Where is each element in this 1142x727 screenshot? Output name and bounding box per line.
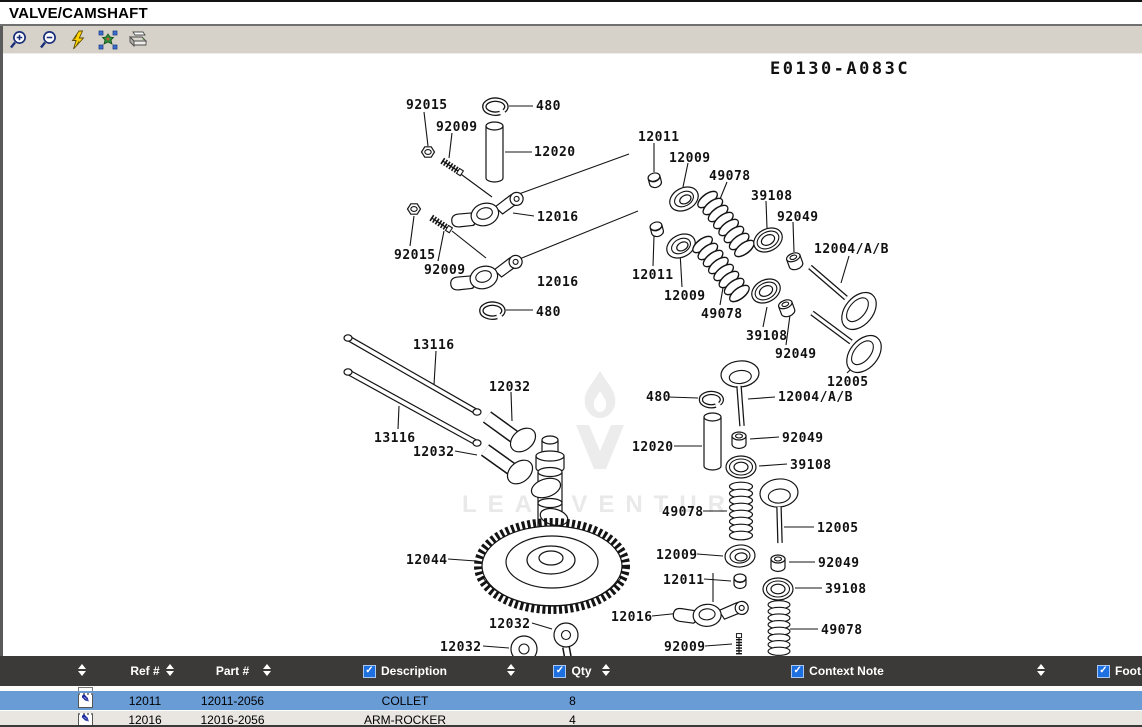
part-label[interactable]: 39108 [751, 190, 793, 203]
sort-arrows[interactable] [1037, 664, 1045, 676]
part-label[interactable]: 480 [536, 100, 561, 113]
part-label[interactable]: 12044 [406, 554, 448, 567]
part-label[interactable]: 12004/A/B [814, 243, 889, 256]
table-header: Ref # Part # ✓ Description ✓ Qty ✓ Context Note… [0, 656, 1142, 686]
part-label[interactable]: 49078 [701, 308, 743, 321]
part-label[interactable]: 92049 [782, 432, 824, 445]
column-checkbox[interactable]: ✓ [363, 665, 376, 678]
part-label[interactable]: 12011 [638, 131, 680, 144]
part-label[interactable]: 12004/A/B [778, 391, 853, 404]
part-label[interactable]: 12032 [413, 446, 455, 459]
column-label: Ref # [130, 664, 159, 678]
part-label[interactable]: 13116 [374, 432, 416, 445]
zoom-out-icon [38, 30, 58, 50]
parts-shapes [344, 100, 888, 656]
part-label[interactable]: 12016 [611, 611, 653, 624]
part-label[interactable]: 12009 [669, 152, 711, 165]
column-header-icon[interactable] [0, 656, 110, 686]
hotspot-toggle-button[interactable] [67, 29, 89, 51]
part-label[interactable]: 12005 [817, 522, 859, 535]
column-label: Part # [216, 664, 249, 678]
part-label[interactable]: 92015 [394, 249, 436, 262]
part-label[interactable]: 39108 [825, 583, 867, 596]
column-header-foot-note[interactable]: ✓ Foot Note [1055, 656, 1142, 686]
column-checkbox[interactable]: ✓ [791, 665, 804, 678]
column-label: Description [381, 664, 447, 678]
lightning-icon [69, 30, 87, 50]
column-label: Qty [571, 664, 591, 678]
toolbar [0, 26, 1142, 54]
part-label[interactable]: 92049 [775, 348, 817, 361]
part-label[interactable]: 13116 [413, 339, 455, 352]
column-header-description[interactable]: ✓ Description [285, 656, 525, 686]
page-title: VALVE/CAMSHAFT [9, 5, 148, 22]
sort-arrows[interactable] [78, 664, 86, 676]
part-label[interactable]: 92015 [406, 99, 448, 112]
part-label[interactable]: 92049 [818, 557, 860, 570]
part-label[interactable]: 49078 [662, 506, 704, 519]
column-header-context-note[interactable]: ✓ Context Note [620, 656, 1055, 686]
column-label: Foot Note [1115, 664, 1142, 678]
part-label[interactable]: 12016 [537, 211, 579, 224]
row-cell-part: 12011-2056 [180, 691, 285, 710]
part-label[interactable]: 92009 [664, 641, 706, 654]
column-header-qty[interactable]: ✓ Qty [525, 656, 620, 686]
row-note-icon[interactable]: ✎ [78, 693, 93, 708]
column-header-ref-[interactable]: Ref # [110, 656, 180, 686]
column-header-part-[interactable]: Part # [180, 656, 285, 686]
image-select-button[interactable] [97, 29, 119, 51]
part-label[interactable]: 39108 [746, 330, 788, 343]
table-row[interactable]: ✎ 1201112011-2056COLLET8 [0, 691, 1142, 710]
part-label[interactable]: 480 [646, 391, 671, 404]
print-icon [128, 30, 148, 50]
part-label[interactable]: 12032 [440, 641, 482, 654]
part-label[interactable]: 12011 [632, 269, 674, 282]
row-cell-ref: 12011 [110, 691, 180, 710]
part-label[interactable]: 12011 [663, 574, 705, 587]
part-label[interactable]: 12032 [489, 381, 531, 394]
column-label: Context Note [809, 664, 884, 678]
image-map-icon [98, 30, 118, 50]
row-cell-context [620, 691, 1055, 710]
part-label[interactable]: 92049 [777, 211, 819, 224]
column-checkbox[interactable]: ✓ [553, 665, 566, 678]
sort-arrows[interactable] [263, 664, 271, 676]
part-label[interactable]: 12032 [489, 618, 531, 631]
parts-table: Ref # Part # ✓ Description ✓ Qty ✓ Context Note… [0, 656, 1142, 727]
part-label[interactable]: 39108 [790, 459, 832, 472]
title-bar: VALVE/CAMSHAFT [0, 0, 1142, 26]
part-label[interactable]: 49078 [821, 624, 863, 637]
sort-arrows[interactable] [602, 664, 610, 676]
row-cell-qty: 8 [525, 691, 620, 710]
parts-catalog-window: VALVE/CAMSHAFT [0, 0, 1142, 727]
part-label[interactable]: 92009 [424, 264, 466, 277]
sort-arrows[interactable] [507, 664, 515, 676]
part-label[interactable]: 12016 [537, 276, 579, 289]
part-label[interactable]: 12009 [656, 549, 698, 562]
part-label[interactable]: 480 [536, 306, 561, 319]
zoom-out-button[interactable] [37, 29, 59, 51]
part-label[interactable]: 12020 [534, 146, 576, 159]
zoom-in-icon [8, 30, 28, 50]
part-label[interactable]: 12020 [632, 441, 674, 454]
row-cell-description: COLLET [285, 691, 525, 710]
diagram-canvas[interactable]: LEADVENTURE [0, 54, 1142, 656]
part-label[interactable]: 92009 [436, 121, 478, 134]
print-button[interactable] [127, 29, 149, 51]
zoom-in-button[interactable] [7, 29, 29, 51]
column-checkbox[interactable]: ✓ [1097, 665, 1110, 678]
watermark-logo [576, 371, 624, 469]
diagram-code: E0130-A083C [770, 59, 910, 79]
part-label[interactable]: 49078 [709, 170, 751, 183]
part-label[interactable]: 12005 [827, 376, 869, 389]
part-label[interactable]: 12009 [664, 290, 706, 303]
sort-arrows[interactable] [166, 664, 174, 676]
left-border-edge [0, 26, 3, 656]
